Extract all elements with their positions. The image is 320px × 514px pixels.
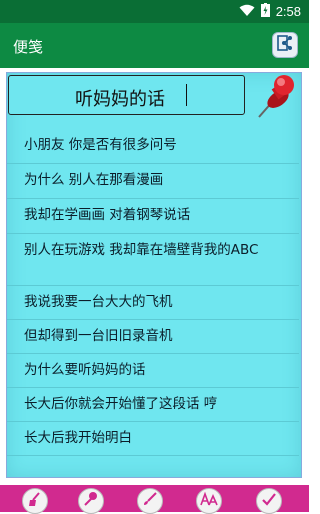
note-line[interactable]: 长大后你就会开始懂了这段话 哼 bbox=[7, 387, 299, 422]
font-button[interactable] bbox=[196, 488, 222, 514]
wifi-icon bbox=[239, 2, 255, 21]
note-line-text: 长大后我开始明白 bbox=[24, 430, 132, 446]
status-icons: 2:58 bbox=[239, 0, 301, 23]
note-line-text: 为什么要听妈妈的话 bbox=[24, 362, 146, 378]
note-line[interactable]: 小朋友 你是否有很多问号 bbox=[7, 128, 299, 164]
note-line[interactable]: 别人在玩游戏 我却靠在墙壁背我的ABC bbox=[7, 233, 299, 286]
bottom-toolbar bbox=[0, 485, 309, 514]
note-line-text: 为什么 别人在那看漫画 bbox=[24, 172, 164, 188]
note-line-text: 别人在玩游戏 我却靠在墙壁背我的ABC bbox=[24, 242, 259, 258]
status-time: 2:58 bbox=[275, 4, 301, 19]
pin-button[interactable] bbox=[78, 488, 104, 514]
check-icon bbox=[261, 491, 277, 511]
note-line-text: 长大后你就会开始懂了这段话 哼 bbox=[24, 396, 218, 412]
pushpin-icon bbox=[253, 73, 299, 121]
note-line[interactable]: 为什么 别人在那看漫画 bbox=[7, 163, 299, 199]
battery-icon bbox=[260, 2, 270, 21]
note-line[interactable]: 长大后我开始明白 bbox=[7, 421, 299, 456]
clean-button[interactable] bbox=[22, 488, 48, 514]
app-title: 便笺 bbox=[13, 38, 44, 56]
font-icon bbox=[200, 491, 218, 511]
status-bar: 2:58 bbox=[0, 0, 309, 23]
note-line-text: 但却得到一台旧旧录音机 bbox=[24, 328, 173, 344]
note-line[interactable]: 我说我要一台大大的飞机 bbox=[7, 285, 299, 320]
share-button[interactable] bbox=[272, 32, 298, 58]
text-cursor bbox=[186, 84, 187, 106]
note-line[interactable]: 我却在学画画 对着钢琴说话 bbox=[7, 198, 299, 234]
note-title-text: 听妈妈的话 bbox=[75, 89, 165, 110]
note-line[interactable]: 为什么要听妈妈的话 bbox=[7, 353, 299, 388]
note-line-text: 我说我要一台大大的飞机 bbox=[24, 294, 173, 310]
note-line-text: 我却在学画画 对着钢琴说话 bbox=[24, 207, 191, 223]
brush-button[interactable] bbox=[137, 488, 163, 514]
clean-icon bbox=[27, 491, 43, 511]
check-button[interactable] bbox=[256, 488, 282, 514]
note-line-text: 小朋友 你是否有很多问号 bbox=[24, 137, 177, 153]
note-title-field[interactable]: 听妈妈的话 bbox=[8, 75, 245, 115]
brush-icon bbox=[142, 491, 158, 511]
app-bar: 便笺 bbox=[0, 23, 309, 68]
note-card: 听妈妈的话 小朋友 你是否有很多问号 为什么 别人在那看漫画 我却在学画画 对着… bbox=[6, 72, 302, 478]
pin-icon bbox=[83, 491, 99, 511]
note-line[interactable]: 但却得到一台旧旧录音机 bbox=[7, 319, 299, 354]
share-icon bbox=[276, 34, 294, 56]
